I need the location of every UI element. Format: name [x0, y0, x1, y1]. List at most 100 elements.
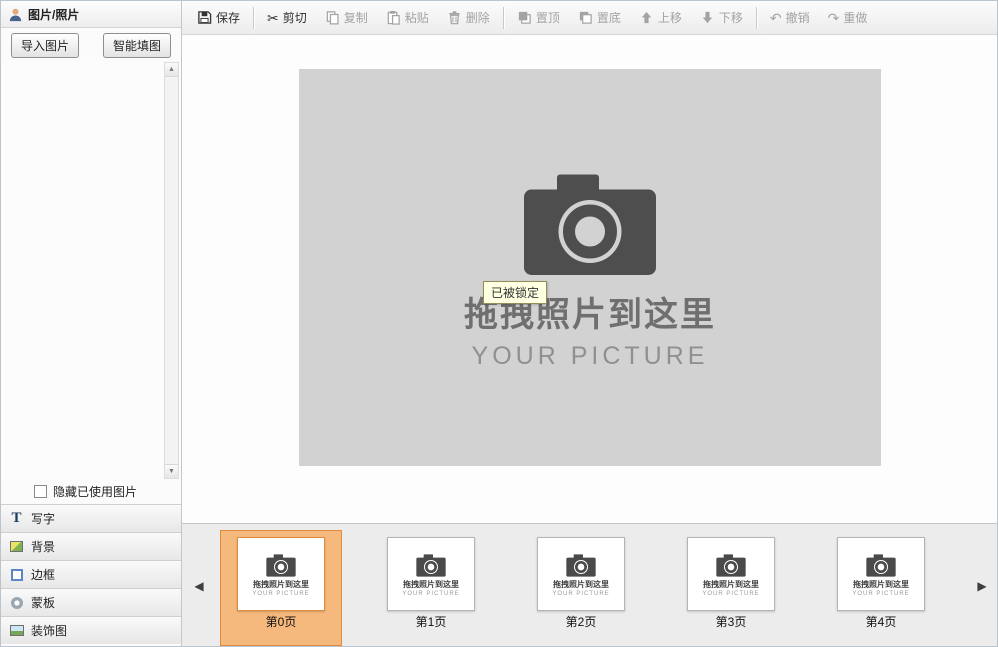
filmstrip-left-arrow-icon[interactable]: ◀: [190, 574, 208, 598]
thumb-subtitle: YOUR PICTURE: [702, 590, 760, 597]
sidebar-header-label: 图片/照片: [28, 7, 80, 22]
page-label: 第4页: [865, 615, 897, 629]
save-button[interactable]: 保存: [188, 3, 249, 32]
camera-icon: [864, 552, 898, 578]
save-icon: [198, 11, 212, 24]
thumb-subtitle: YOUR PICTURE: [552, 590, 610, 597]
scroll-down-icon[interactable]: ▼: [165, 464, 178, 478]
paste-label: 粘贴: [404, 11, 429, 25]
undo-icon: ↶: [769, 9, 782, 26]
thumbnail: 拖拽照片到这里 YOUR PICTURE: [537, 537, 625, 611]
thumb-title: 拖拽照片到这里: [853, 579, 909, 589]
bring-front-label: 置顶: [535, 11, 560, 25]
sidebar-button-row: 导入图片 智能填图: [1, 28, 181, 62]
cut-button[interactable]: ✂ 剪切: [258, 3, 316, 32]
thumbnail: 拖拽照片到这里 YOUR PICTURE: [387, 537, 475, 611]
hide-used-checkbox[interactable]: [34, 485, 47, 498]
camera-icon: [264, 552, 298, 578]
undo-label: 撤销: [785, 11, 810, 25]
thumb-subtitle: YOUR PICTURE: [852, 590, 910, 597]
canvas-area: 拖拽照片到这里 YOUR PICTURE 已被锁定: [182, 35, 997, 523]
page-thumb-2[interactable]: 拖拽照片到这里 YOUR PICTURE 第2页: [520, 530, 642, 646]
sidebar-item-label: 写字: [31, 512, 56, 526]
import-images-button[interactable]: 导入图片: [11, 32, 80, 58]
photo-editor-window: 图片/照片 导入图片 智能填图 ▲ ▼ 隐藏已使用图片 T 写字 背景 边框 蒙…: [0, 0, 998, 647]
scroll-up-icon[interactable]: ▲: [165, 63, 178, 77]
hide-used-label: 隐藏已使用图片: [53, 485, 138, 499]
toolbar-separator: [253, 6, 255, 29]
move-up-label: 上移: [657, 11, 682, 25]
filmstrip-right-arrow-icon[interactable]: ▶: [973, 574, 991, 598]
bring-front-icon: [518, 11, 531, 24]
sidebar-item-decoration[interactable]: 装饰图: [1, 616, 181, 644]
sidebar-accordion: T 写字 背景 边框 蒙板 装饰图: [1, 504, 181, 644]
page-label: 第1页: [415, 615, 447, 629]
camera-icon: [714, 552, 748, 578]
image-list-scrollbar[interactable]: ▲ ▼: [164, 62, 179, 479]
paste-button[interactable]: 粘贴: [377, 3, 438, 32]
sidebar-item-label: 蒙板: [31, 596, 56, 610]
sidebar-item-border[interactable]: 边框: [1, 560, 181, 588]
copy-label: 复制: [343, 11, 368, 25]
person-icon: [9, 8, 22, 21]
move-down-label: 下移: [718, 11, 743, 25]
copy-icon: [326, 11, 339, 25]
sidebar-item-mask[interactable]: 蒙板: [1, 588, 181, 616]
placeholder-subtitle: YOUR PICTURE: [471, 342, 709, 370]
hide-used-row: 隐藏已使用图片: [1, 479, 181, 504]
paste-icon: [387, 10, 400, 25]
move-up-button[interactable]: 上移: [630, 3, 691, 32]
page-label: 第2页: [565, 615, 597, 629]
save-label: 保存: [216, 11, 241, 25]
thumb-title: 拖拽照片到这里: [703, 579, 759, 589]
camera-icon: [414, 552, 448, 578]
page-label: 第3页: [715, 615, 747, 629]
main-toolbar: 保存 ✂ 剪切 复制 粘贴 删除 置顶 置底 上移 下移 ↶ 撤销 ↷ 重做: [182, 1, 997, 35]
send-back-icon: [579, 11, 592, 24]
smart-fill-button[interactable]: 智能填图: [102, 32, 171, 58]
thumb-title: 拖拽照片到这里: [253, 579, 309, 589]
sidebar-item-label: 背景: [31, 540, 56, 554]
background-icon: [9, 539, 24, 554]
move-down-button[interactable]: 下移: [691, 3, 752, 32]
page-thumb-0[interactable]: 拖拽照片到这里 YOUR PICTURE 第0页: [220, 530, 342, 646]
photo-drop-placeholder[interactable]: 拖拽照片到这里 YOUR PICTURE 已被锁定: [299, 69, 881, 466]
mask-icon: [9, 595, 24, 610]
page-thumb-1[interactable]: 拖拽照片到这里 YOUR PICTURE 第1页: [370, 530, 492, 646]
arrow-up-icon: [641, 11, 652, 24]
send-to-back-button[interactable]: 置底: [569, 3, 630, 32]
sidebar: 图片/照片 导入图片 智能填图 ▲ ▼ 隐藏已使用图片 T 写字 背景 边框 蒙…: [1, 1, 182, 646]
toolbar-separator: [755, 6, 757, 29]
page-thumb-4[interactable]: 拖拽照片到这里 YOUR PICTURE 第4页: [820, 530, 942, 646]
camera-icon: [515, 164, 665, 281]
cut-label: 剪切: [282, 11, 307, 25]
sidebar-header-photos[interactable]: 图片/照片: [1, 1, 181, 28]
redo-label: 重做: [843, 11, 868, 25]
redo-button[interactable]: ↷ 重做: [819, 3, 877, 32]
delete-button[interactable]: 删除: [438, 3, 499, 32]
page-thumbnails: 拖拽照片到这里 YOUR PICTURE 第0页 拖拽照片到这里 YOUR PI…: [220, 530, 962, 646]
text-icon: T: [11, 510, 22, 526]
decoration-icon: [9, 623, 24, 638]
copy-button[interactable]: 复制: [316, 3, 377, 32]
toolbar-separator: [502, 6, 504, 29]
send-back-label: 置底: [596, 11, 621, 25]
thumb-title: 拖拽照片到这里: [403, 579, 459, 589]
delete-label: 删除: [465, 11, 490, 25]
page-filmstrip: ◀ ▶ 拖拽照片到这里 YOUR PICTURE 第0页 拖拽照片到这里 YOU…: [182, 523, 997, 646]
thumb-subtitle: YOUR PICTURE: [402, 590, 460, 597]
image-list-panel: ▲ ▼: [1, 62, 181, 479]
sidebar-item-background[interactable]: 背景: [1, 532, 181, 560]
sidebar-item-label: 装饰图: [31, 624, 68, 638]
cut-icon: ✂: [267, 9, 279, 26]
trash-icon: [449, 11, 460, 25]
page-thumb-3[interactable]: 拖拽照片到这里 YOUR PICTURE 第3页: [670, 530, 792, 646]
thumb-title: 拖拽照片到这里: [553, 579, 609, 589]
page-label: 第0页: [265, 615, 297, 629]
arrow-down-icon: [702, 11, 713, 24]
sidebar-item-text[interactable]: T 写字: [1, 504, 181, 532]
thumbnail: 拖拽照片到这里 YOUR PICTURE: [837, 537, 925, 611]
border-icon: [9, 567, 24, 582]
undo-button[interactable]: ↶ 撤销: [761, 3, 819, 32]
bring-to-front-button[interactable]: 置顶: [508, 3, 569, 32]
